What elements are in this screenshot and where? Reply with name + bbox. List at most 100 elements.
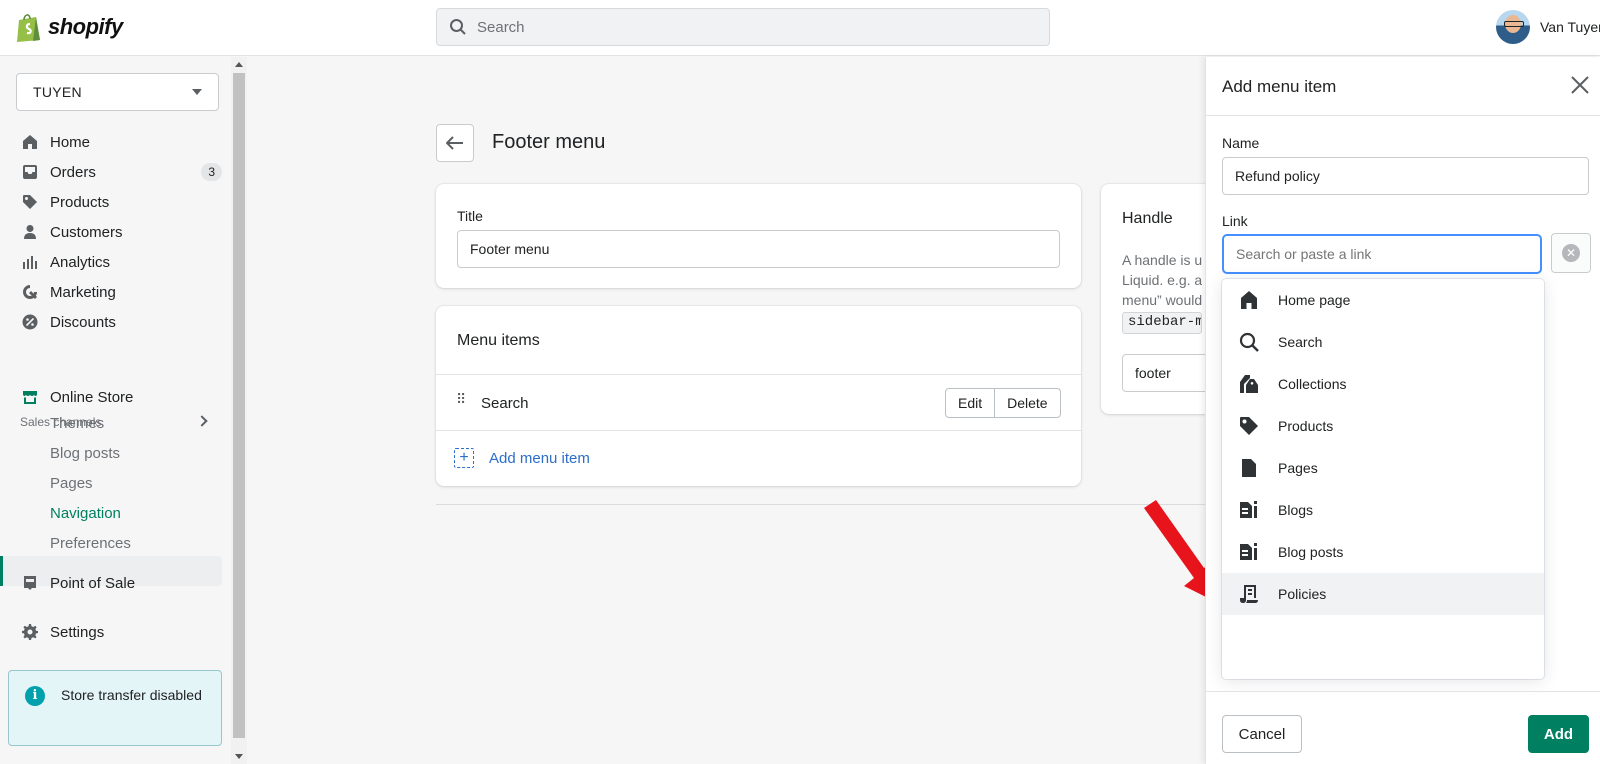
person-icon [22, 224, 38, 240]
handle-description-line: A handle is u [1122, 252, 1202, 268]
brand-name: shopify [48, 14, 123, 39]
marketing-icon [22, 284, 38, 300]
sidebar-item-discounts[interactable]: Discounts [22, 310, 222, 334]
shopify-bag-icon [17, 14, 40, 42]
policy-icon [1238, 583, 1260, 605]
link-option-home-page[interactable]: Home page [1222, 279, 1544, 321]
add-menu-item-label: Add menu item [489, 449, 590, 467]
close-icon[interactable] [1569, 74, 1591, 96]
sidebar-item-home[interactable]: Home [22, 130, 222, 154]
section-divider [436, 504, 1206, 505]
divider [436, 430, 1081, 431]
sidebar-scrollbar[interactable] [231, 57, 247, 764]
search-input[interactable] [477, 18, 1037, 36]
shopify-logo[interactable]: shopify [16, 12, 123, 42]
add-menu-item-panel: Add menu item Name Link ✕ Home page Sear… [1205, 57, 1600, 764]
name-label: Name [1222, 135, 1260, 151]
orders-icon [22, 164, 38, 180]
link-option-pages[interactable]: Pages [1222, 447, 1544, 489]
search-icon [1238, 331, 1260, 353]
sidebar-item-point-of-sale[interactable]: Point of Sale [22, 571, 222, 595]
sidebar-sub-navigation[interactable]: Navigation [50, 505, 121, 527]
scrollbar-thumb[interactable] [233, 73, 245, 738]
name-input[interactable] [1222, 157, 1589, 195]
cancel-button[interactable]: Cancel [1222, 715, 1302, 753]
orders-count-badge: 3 [201, 163, 222, 181]
title-input[interactable] [457, 230, 1060, 268]
edit-button[interactable]: Edit [945, 388, 996, 418]
handle-description: A handle is u Liquid. e.g. a menu” would [1122, 250, 1202, 310]
sidebar-item-analytics[interactable]: Analytics [22, 250, 222, 274]
top-bar: shopify Van Tuyen [0, 0, 1600, 56]
link-option-label: Pages [1278, 460, 1318, 476]
panel-title: Add menu item [1222, 77, 1337, 96]
page-title: Footer menu [492, 131, 606, 153]
add-box-icon: + [454, 448, 474, 468]
sidebar-item-label: Home [50, 133, 91, 151]
sidebar: TUYEN Home Orders 3 Products Customers A… [0, 57, 236, 764]
add-menu-item-link[interactable]: + Add menu item [454, 448, 590, 468]
store-icon [22, 389, 38, 405]
sidebar-item-online-store[interactable]: Online Store [22, 385, 222, 409]
link-search-input[interactable] [1222, 234, 1542, 274]
link-option-collections[interactable]: Collections [1222, 363, 1544, 405]
sidebar-sub-pages[interactable]: Pages [50, 475, 93, 497]
divider [436, 374, 1081, 375]
sidebar-item-label: Point of Sale [50, 574, 136, 592]
link-option-label: Products [1278, 418, 1334, 434]
sidebar-sub-preferences[interactable]: Preferences [50, 535, 131, 557]
delete-button[interactable]: Delete [995, 388, 1061, 418]
handle-code-example: sidebar-m [1122, 312, 1202, 334]
store-name: TUYEN [33, 84, 82, 100]
sidebar-item-label: Customers [50, 223, 123, 241]
panel-footer-divider [1206, 691, 1600, 692]
drag-handle-icon[interactable]: ⠿ [456, 392, 466, 406]
gear-icon [22, 624, 38, 640]
add-button[interactable]: Add [1528, 715, 1589, 753]
handle-heading: Handle [1122, 210, 1173, 227]
global-search[interactable] [436, 8, 1050, 46]
sidebar-item-label: Online Store [50, 388, 134, 406]
link-option-label: Collections [1278, 376, 1347, 392]
tag-icon [1238, 415, 1260, 437]
sidebar-item-products[interactable]: Products [22, 190, 222, 214]
link-option-products[interactable]: Products [1222, 405, 1544, 447]
sidebar-item-label: Marketing [50, 283, 116, 301]
sidebar-item-orders[interactable]: Orders 3 [22, 160, 222, 184]
clear-icon: ✕ [1562, 244, 1580, 262]
sidebar-item-label: Analytics [50, 253, 111, 271]
link-option-label: Blogs [1278, 502, 1314, 518]
blog-icon [1238, 541, 1260, 563]
link-option-label: Search [1278, 334, 1323, 350]
store-selector[interactable]: TUYEN [16, 73, 219, 111]
sidebar-sub-themes[interactable]: Themes [50, 415, 104, 437]
user-menu[interactable]: Van Tuyen [1496, 10, 1600, 44]
sidebar-item-marketing[interactable]: Marketing [22, 280, 222, 304]
link-option-policies[interactable]: Policies [1222, 573, 1544, 615]
chevron-right-icon[interactable] [196, 415, 208, 427]
link-option-blog-posts[interactable]: Blog posts [1222, 531, 1544, 573]
discount-icon [22, 314, 38, 330]
back-button[interactable] [436, 124, 474, 162]
home-icon [22, 134, 38, 150]
handle-description-line: menu” would [1122, 292, 1202, 308]
title-card: Title [436, 184, 1081, 288]
scroll-down-icon[interactable] [235, 754, 243, 759]
link-option-blogs[interactable]: Blogs [1222, 489, 1544, 531]
sidebar-sub-blog-posts[interactable]: Blog posts [50, 445, 120, 467]
link-option-search[interactable]: Search [1222, 321, 1544, 363]
sidebar-item-label: Discounts [50, 313, 116, 331]
sidebar-item-label: Products [50, 193, 110, 211]
scroll-up-icon[interactable] [235, 62, 243, 67]
pos-icon [22, 575, 38, 591]
sidebar-item-settings[interactable]: Settings [22, 620, 222, 644]
user-name: Van Tuyen [1540, 19, 1600, 35]
link-option-label: Blog posts [1278, 544, 1344, 560]
divider [1206, 115, 1600, 116]
collections-icon [1238, 373, 1260, 395]
clear-link-button[interactable]: ✕ [1551, 233, 1591, 273]
bar-chart-icon [22, 254, 38, 270]
handle-description-line: Liquid. e.g. a [1122, 272, 1202, 288]
info-icon: i [25, 686, 45, 706]
sidebar-item-customers[interactable]: Customers [22, 220, 222, 244]
